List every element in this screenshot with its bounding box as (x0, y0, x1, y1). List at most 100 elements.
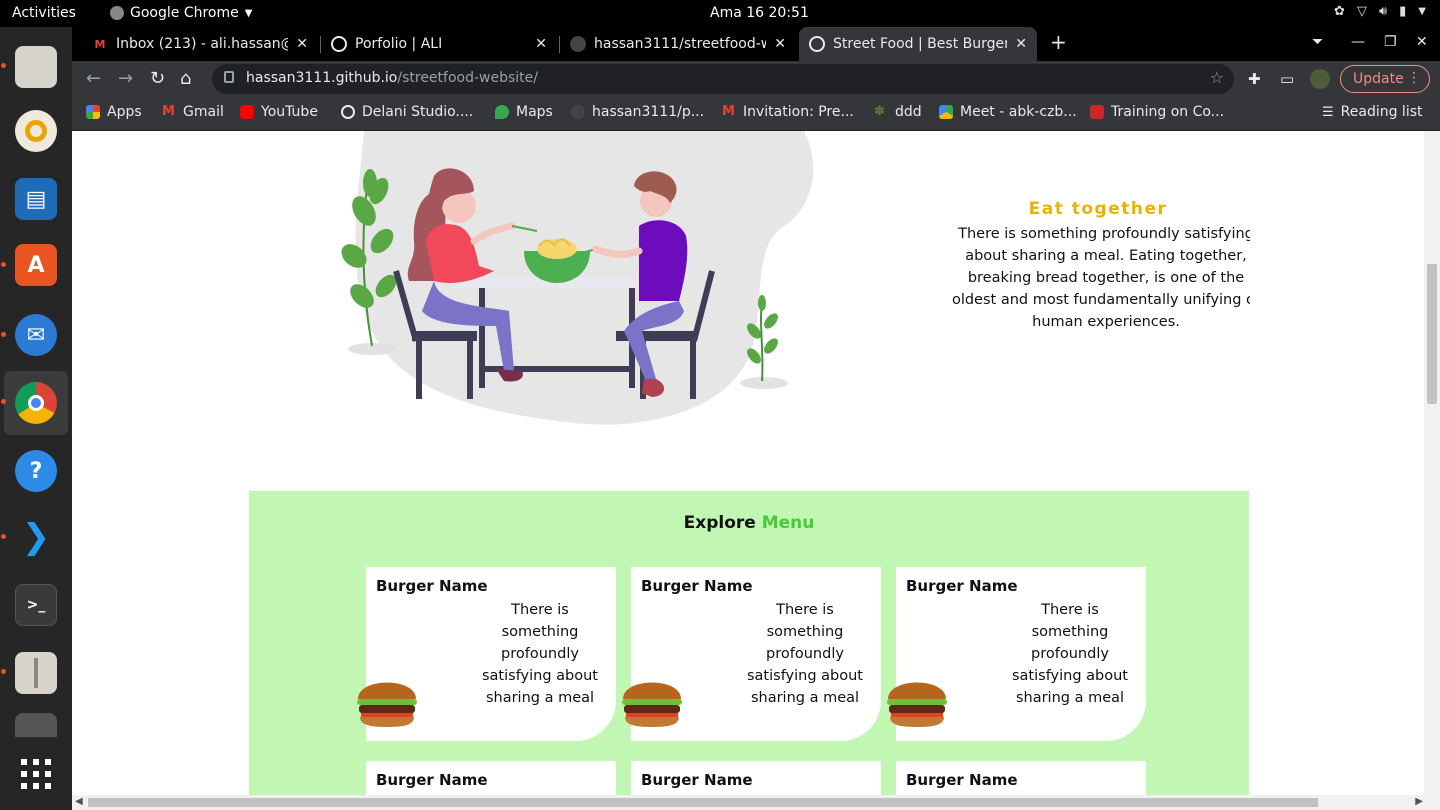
scroll-left-icon[interactable]: ◀ (75, 796, 83, 807)
running-indicator (1, 534, 6, 539)
menu-heading-menu: Menu (761, 513, 815, 533)
running-indicator (1, 262, 6, 267)
eat-together-text: There is something profoundly satisfying… (951, 226, 1250, 330)
extensions-icon[interactable]: ✚ (1248, 70, 1261, 88)
tab-title: Street Food | Best Burger (833, 36, 1008, 52)
bookmark-label: YouTube (261, 104, 318, 120)
doc-icon (1090, 105, 1104, 119)
burger-name: Burger Name (641, 577, 753, 595)
reload-button[interactable]: ↻ (150, 68, 165, 89)
running-indicator (1, 63, 6, 68)
help-icon: ? (15, 450, 57, 492)
tab-streetfood[interactable]: Street Food | Best Burger ✕ (799, 27, 1037, 61)
system-top-bar: Activities Google Chrome ▼ Ama 16 20:51 … (0, 0, 1440, 27)
volume-icon: 🔊︎ (1378, 4, 1388, 19)
web-page: Eat together There is something profound… (72, 131, 1424, 795)
close-tab-icon[interactable]: ✕ (1015, 36, 1027, 52)
dock-chrome[interactable] (4, 371, 68, 435)
tab-title: hassan3111/streetfood-w (594, 36, 767, 52)
bookmark-meet[interactable]: Meet - abk-czb... (939, 104, 1077, 120)
tab-search-icon[interactable]: ⏷ (1312, 34, 1323, 50)
bookmark-delani[interactable]: Delani Studio.... (341, 104, 473, 120)
menu-card[interactable]: Burger Name There is something profoundl… (357, 567, 616, 741)
colorpicker-icon[interactable]: ✿ (1334, 4, 1345, 19)
tab-github[interactable]: hassan3111/streetfood-w ✕ (560, 27, 796, 61)
dock-rhythmbox[interactable] (4, 99, 68, 163)
bookmark-gmail[interactable]: M Gmail (162, 104, 224, 120)
dock-archive[interactable] (4, 641, 68, 705)
bookmark-invitation[interactable]: M Invitation: Pre... (722, 104, 854, 120)
minimize-button[interactable]: — (1351, 34, 1365, 50)
burger-image (357, 682, 417, 727)
dock-vscode[interactable]: ❯ (4, 505, 68, 569)
menu-card[interactable]: Burger Name There is something profoundl… (887, 567, 1146, 741)
dock-terminal[interactable]: >_ (4, 573, 68, 637)
forward-button[interactable]: → (118, 68, 133, 89)
menu-card[interactable]: Burger Name (366, 761, 616, 795)
burger-name: Burger Name (376, 771, 488, 789)
bookmark-label: Invitation: Pre... (743, 104, 854, 120)
bookmark-maps[interactable]: Maps (495, 104, 553, 120)
gmail-icon: M (162, 104, 175, 119)
system-tray[interactable]: ✿ ▽ 🔊︎ ▮ ▼ (1334, 4, 1426, 19)
apps-icon (86, 105, 100, 119)
dock-help[interactable]: ? (4, 439, 68, 503)
tab-gmail[interactable]: M Inbox (213) - ali.hassan@s ✕ (82, 27, 318, 61)
restore-button[interactable]: ❐ (1384, 34, 1397, 50)
gmail-icon: M (94, 37, 106, 51)
new-tab-button[interactable]: + (1050, 30, 1067, 54)
dock: ▤ A ✉ ? ❯ >_ (0, 27, 72, 810)
scroll-right-icon[interactable]: ▶ (1415, 796, 1423, 807)
dock-thunderbird[interactable]: ✉ (4, 303, 68, 367)
menu-heading: Explore Menu (249, 513, 1249, 533)
menu-card[interactable]: Burger Name There is something profoundl… (622, 567, 881, 741)
rhythmbox-icon (15, 110, 57, 152)
close-tab-icon[interactable]: ✕ (774, 36, 786, 52)
dock-more[interactable] (4, 707, 68, 737)
chrome-icon (15, 382, 57, 424)
running-indicator (1, 399, 6, 404)
bookmark-github[interactable]: hassan3111/p... (571, 104, 704, 120)
bookmark-apps[interactable]: Apps (86, 104, 142, 120)
meet-icon (939, 105, 953, 119)
back-button[interactable]: ← (86, 68, 101, 89)
bookmark-star-icon[interactable]: ☆ (1210, 68, 1224, 87)
home-button[interactable]: ⌂ (180, 68, 191, 89)
close-tab-icon[interactable]: ✕ (296, 36, 308, 52)
url-text: hassan3111.github.io/streetfood-website/ (246, 70, 538, 86)
bookmark-ddd[interactable]: ✽ ddd (874, 104, 922, 120)
app-menu-label: Google Chrome (130, 5, 239, 21)
horizontal-scrollbar-thumb[interactable] (88, 798, 1318, 807)
activities-button[interactable]: Activities (12, 5, 76, 21)
bookmark-youtube[interactable]: YouTube (240, 104, 318, 120)
cast-icon[interactable]: ▭ (1280, 70, 1294, 88)
bookmark-label: Maps (516, 104, 553, 120)
update-button[interactable]: Update ⋮ (1340, 65, 1430, 93)
app-icon (15, 713, 57, 737)
burger-name: Burger Name (906, 771, 1018, 789)
close-tab-icon[interactable]: ✕ (535, 36, 547, 52)
update-label: Update (1353, 71, 1404, 87)
clock[interactable]: Ama 16 20:51 (710, 5, 809, 21)
dock-software[interactable]: A (4, 233, 68, 297)
reading-list-button[interactable]: ☰ Reading list (1322, 104, 1423, 120)
dock-writer[interactable]: ▤ (4, 167, 68, 231)
app-menu[interactable]: Google Chrome ▼ (110, 5, 252, 21)
dock-files[interactable] (4, 35, 68, 99)
profile-avatar[interactable] (1310, 69, 1330, 89)
menu-card[interactable]: Burger Name (896, 761, 1146, 795)
burger-image (887, 682, 947, 727)
menu-card[interactable]: Burger Name (631, 761, 881, 795)
burger-name: Burger Name (376, 577, 488, 595)
tab-portfolio[interactable]: Porfolio | ALI ✕ (321, 27, 557, 61)
horizontal-scrollbar[interactable]: ◀ ▶ (72, 795, 1440, 810)
bookmark-label: Meet - abk-czb... (960, 104, 1077, 120)
vscode-icon: ❯ (15, 516, 57, 558)
address-bar[interactable]: hassan3111.github.io/streetfood-website/… (212, 64, 1234, 94)
close-window-button[interactable]: ✕ (1416, 34, 1428, 50)
vertical-scrollbar[interactable] (1424, 131, 1440, 795)
bookmark-training[interactable]: Training on Co... (1090, 104, 1224, 120)
vertical-scrollbar-thumb[interactable] (1427, 264, 1437, 404)
eat-together-section: Eat together There is something profound… (946, 199, 1250, 333)
show-applications-button[interactable] (4, 742, 68, 806)
